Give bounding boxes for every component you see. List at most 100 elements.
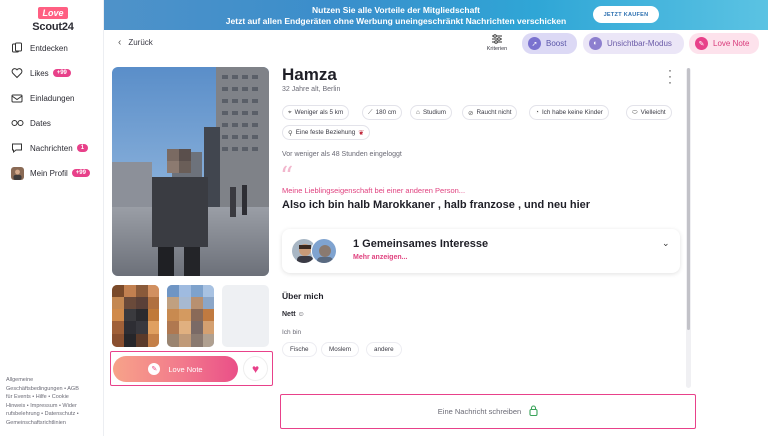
membership-banner: Nutzen Sie alle Vorteile der Mitgliedsch… bbox=[104, 0, 768, 30]
boost-label: Boost bbox=[546, 39, 567, 48]
criteria-button[interactable]: Kriterien bbox=[484, 33, 510, 52]
sidebar-item-entdecken[interactable]: Entdecken bbox=[10, 39, 68, 57]
tag-label: Raucht nicht bbox=[476, 109, 512, 116]
profile-age-city: 32 Jahre alt, Berlin bbox=[282, 86, 341, 93]
sidebar-item-label: Einladungen bbox=[30, 93, 75, 103]
banner-title: Nutzen Sie alle Vorteile der Mitgliedsch… bbox=[312, 5, 480, 15]
profile-name: Hamza bbox=[282, 65, 337, 84]
invisible-mode-button[interactable]: ◐ Unsichtbar-Modus bbox=[583, 33, 684, 54]
scrollbar-thumb[interactable] bbox=[687, 68, 690, 330]
back-button[interactable]: ‹ Zurück bbox=[118, 37, 153, 48]
tag-distance: ⌖ Weniger als 5 km bbox=[282, 105, 350, 120]
love-note-button[interactable]: ✎ Love Note bbox=[113, 356, 238, 382]
heart-icon: ♥ bbox=[251, 361, 260, 376]
location-icon: ⌖ bbox=[288, 108, 292, 116]
cards-icon bbox=[10, 41, 24, 55]
last-login: Vor weniger als 48 Stunden eingeloggt bbox=[282, 151, 402, 158]
rose-icon: ❦ bbox=[358, 129, 365, 137]
no-smoking-icon: ⊘ bbox=[468, 109, 474, 117]
likes-badge: +99 bbox=[52, 69, 71, 77]
sidebar-item-nachrichten[interactable]: Nachrichten 1 bbox=[10, 139, 89, 157]
show-more-link[interactable]: Mehr anzeigen... bbox=[353, 254, 407, 261]
more-options-icon[interactable]: · · · bbox=[668, 64, 672, 88]
tag-relationship: ⚲ Eine feste Beziehung ❦ bbox=[282, 125, 371, 140]
banner-subtitle: Jetzt auf allen Endgeräten ohne Werbung … bbox=[225, 16, 567, 26]
profile-main-photo[interactable] bbox=[112, 67, 269, 276]
logo-love: Love bbox=[38, 7, 68, 19]
sidebar-item-label: Entdecken bbox=[30, 43, 68, 53]
sidebar-item-label: Mein Profil bbox=[30, 168, 68, 178]
footer-line[interactable]: rufsbelehrung • Datenschutz • bbox=[6, 410, 98, 419]
boost-button[interactable]: ➚ Boost bbox=[522, 33, 577, 54]
footer-links[interactable]: Allgemeine Geschäftsbedingungen • AGB fü… bbox=[6, 376, 98, 428]
about-title: Über mich bbox=[282, 291, 324, 301]
love-note-toolbar-button[interactable]: ✎ Love Note bbox=[689, 33, 759, 54]
tag-label: Weniger als 5 km bbox=[294, 109, 344, 116]
mask-icon: ◐ bbox=[589, 37, 602, 50]
tag-education: ⌂ Studium bbox=[410, 105, 453, 120]
sliders-icon bbox=[484, 33, 510, 46]
love-note-toolbar-label: Love Note bbox=[713, 39, 750, 48]
profile-photo-thumb-empty bbox=[222, 285, 269, 347]
quote-icon: “ bbox=[280, 162, 294, 192]
stroller-icon: ◔ bbox=[535, 109, 539, 116]
tag-smoking: ⊘ Raucht nicht bbox=[462, 105, 518, 120]
tag-label: Studium bbox=[422, 109, 447, 116]
prompt-answer: Also ich bin halb Marokkaner , halb fran… bbox=[282, 199, 591, 211]
sidebar-item-label: Nachrichten bbox=[30, 143, 73, 153]
profile-badge: +99 bbox=[71, 169, 90, 177]
profile-photo-thumb-2[interactable] bbox=[167, 285, 214, 347]
tag-children: ◔ Ich habe keine Kinder bbox=[529, 105, 609, 120]
buy-now-button[interactable]: JETZT KAUFEN bbox=[593, 6, 659, 23]
glasses-icon bbox=[10, 116, 24, 130]
about-text: Nett ☺ bbox=[282, 311, 305, 318]
footer-line[interactable]: Gemeinschaftsrichtlinien bbox=[6, 419, 98, 428]
about-subheading: Ich bin bbox=[282, 329, 302, 336]
footer-line[interactable]: Allgemeine bbox=[6, 376, 98, 385]
rocket-icon: ➚ bbox=[528, 37, 541, 50]
about-chip: Moslem bbox=[321, 342, 360, 357]
about-chip: Fische bbox=[282, 342, 317, 357]
footer-line[interactable]: Geschäftsbedingungen • AGB bbox=[6, 385, 98, 394]
tag-label: 180 cm bbox=[375, 109, 397, 116]
tag-label: Vielleicht bbox=[640, 109, 666, 116]
city-photo bbox=[112, 67, 269, 276]
footer-line[interactable]: Hinweis • Impressum • Wider bbox=[6, 402, 98, 411]
messages-badge: 1 bbox=[76, 144, 89, 152]
avatar-icon bbox=[10, 166, 24, 180]
quill-icon: ✎ bbox=[148, 363, 161, 375]
prompt-question: Meine Lieblingseigenschaft bei einer and… bbox=[282, 186, 466, 195]
tag-label: Ich habe keine Kinder bbox=[541, 109, 603, 116]
thumb-image bbox=[167, 285, 214, 347]
tag-pill: ⬭ Vielleicht bbox=[626, 105, 672, 120]
criteria-label: Kriterien bbox=[486, 46, 508, 52]
footer-line[interactable]: für Events • Hilfe • Cookie bbox=[6, 393, 98, 402]
message-placeholder-text: Eine Nachricht schreiben bbox=[437, 407, 522, 416]
quill-icon: ✎ bbox=[695, 37, 708, 50]
like-heart-button[interactable]: ♥ bbox=[243, 356, 268, 381]
heart-icon bbox=[10, 66, 24, 80]
common-interest-card[interactable] bbox=[282, 229, 680, 273]
logo-scout: Scout24 bbox=[32, 21, 74, 33]
chevron-left-icon: ‹ bbox=[118, 37, 122, 48]
ruler-icon: ⟋ bbox=[368, 108, 373, 116]
sidebar-item-label: Likes bbox=[30, 68, 49, 78]
sidebar-item-dates[interactable]: Dates bbox=[10, 114, 51, 132]
graduation-icon: ⌂ bbox=[416, 109, 420, 116]
sidebar-item-mein-profil[interactable]: Mein Profil +99 bbox=[10, 164, 90, 182]
sidebar-item-einladungen[interactable]: Einladungen bbox=[10, 89, 74, 107]
profile-photo-thumb-1[interactable] bbox=[112, 285, 159, 347]
thumb-image bbox=[112, 285, 159, 347]
tag-label: Eine feste Beziehung bbox=[295, 129, 356, 136]
envelope-icon bbox=[10, 91, 24, 105]
sidebar-item-likes[interactable]: Likes +99 bbox=[10, 64, 71, 82]
message-input-placeholder[interactable]: Eine Nachricht schreiben bbox=[282, 405, 694, 418]
app-logo[interactable]: Love Scout24 bbox=[30, 3, 76, 33]
chat-icon bbox=[10, 141, 24, 155]
chevron-down-icon[interactable]: ⌄ bbox=[662, 238, 670, 249]
love-note-label: Love Note bbox=[168, 364, 203, 374]
search-icon: ⚲ bbox=[288, 129, 293, 137]
interest-avatar-2 bbox=[311, 238, 337, 264]
sidebar-item-label: Dates bbox=[30, 118, 51, 128]
sidebar: Love Scout24 Entdecken Likes +99 Einladu… bbox=[0, 0, 104, 436]
